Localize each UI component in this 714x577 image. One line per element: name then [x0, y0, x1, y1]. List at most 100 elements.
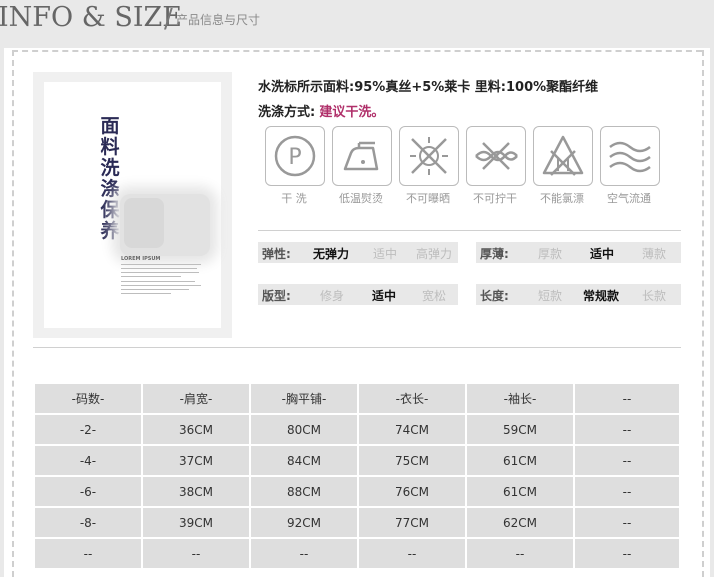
attr-fit: 版型: 修身 适中 宽松: [258, 284, 458, 305]
no-bleach-icon: [533, 126, 593, 186]
size-cell: 61CM: [465, 444, 575, 477]
washing-value: 建议干洗。: [319, 105, 385, 120]
size-cell: 39CM: [141, 506, 251, 539]
attr-elasticity: 弹性: 无弹力 适中 高弹力: [258, 242, 458, 263]
no-sun-dry-icon: [399, 126, 459, 186]
poster-text-lines: [121, 264, 201, 297]
size-cell: --: [573, 475, 681, 508]
washing-method: 洗涤方式: 建议干洗。: [258, 101, 384, 120]
attr-thickness-opt-3: 薄款: [642, 247, 667, 261]
attr-fit-opt-3: 宽松: [422, 289, 447, 303]
poster-title-char: 面: [100, 115, 120, 137]
attr-thickness-opt-2: 适中: [590, 247, 615, 261]
size-cell: -4-: [33, 444, 143, 477]
dashed-border-top: [12, 50, 702, 52]
size-table-row: -- -- -- -- -- --: [33, 537, 681, 570]
poster-vertical-title: 面 料 洗 涤 保 养: [99, 116, 121, 242]
attr-thickness-opt-1: 厚款: [538, 247, 563, 261]
attr-length-opt-2: 常规款: [583, 289, 620, 303]
size-table-header-row: -码数- -肩宽- -胸平铺- -衣长- -袖长- --: [33, 382, 681, 415]
attr-elasticity-opt-2: 适中: [373, 247, 398, 261]
size-cell: --: [573, 506, 681, 539]
poster-title-char: 料: [100, 136, 120, 158]
dry-clean-p-icon: P: [265, 126, 325, 186]
size-table-row: -2- 36CM 80CM 74CM 59CM --: [33, 413, 681, 446]
care-label-air-flow: 空气流通: [607, 192, 651, 205]
size-cell: 62CM: [465, 506, 575, 539]
fabric-swatch-shadow: [124, 198, 164, 248]
care-label-no-bleach: 不能氯漂: [540, 192, 584, 205]
poster-lorem-heading: LOREM IPSUM: [121, 256, 161, 262]
header-title-cn: 产品信息与尺寸: [176, 13, 261, 27]
dashed-border-left: [12, 50, 14, 577]
divider-size: [33, 347, 681, 348]
size-table-row: -8- 39CM 92CM 77CM 62CM --: [33, 506, 681, 539]
size-header-cell: -衣长-: [357, 382, 467, 415]
attr-length-label: 长度:: [480, 289, 509, 303]
size-cell: 75CM: [357, 444, 467, 477]
size-cell: --: [141, 537, 251, 570]
fabric-composition: 水洗标所示面料:95%真丝+5%莱卡 里料:100%聚酯纤维: [258, 80, 599, 95]
attr-thickness: 厚薄: 厚款 适中 薄款: [476, 242, 681, 263]
care-poster-image: 面 料 洗 涤 保 养 LOREM IPSUM: [33, 72, 232, 338]
size-cell: -2-: [33, 413, 143, 446]
care-label-no-wring: 不可拧干: [473, 192, 517, 205]
svg-text:P: P: [288, 145, 301, 170]
size-cell: 36CM: [141, 413, 251, 446]
size-cell: 38CM: [141, 475, 251, 508]
attr-fit-label: 版型:: [262, 289, 291, 303]
size-table-row: -4- 37CM 84CM 75CM 61CM --: [33, 444, 681, 477]
care-label-no-sun: 不可曝晒: [406, 192, 450, 205]
attr-length: 长度: 短款 常规款 长款: [476, 284, 681, 305]
care-label-iron: 低温熨烫: [339, 192, 383, 205]
size-cell: --: [573, 537, 681, 570]
divider-care: [258, 230, 681, 231]
poster-paper: 面 料 洗 涤 保 养 LOREM IPSUM: [44, 82, 221, 328]
size-cell: --: [573, 413, 681, 446]
size-header-cell: -肩宽-: [141, 382, 251, 415]
size-header-cell: -码数-: [33, 382, 143, 415]
attr-thickness-label: 厚薄:: [480, 247, 509, 261]
section-header: INFO & SIZE / 产品信息与尺寸: [0, 0, 714, 38]
attr-elasticity-label: 弹性:: [262, 247, 291, 261]
size-cell: --: [465, 537, 575, 570]
size-table-row: -6- 38CM 88CM 76CM 61CM --: [33, 475, 681, 508]
dashed-border-right: [702, 50, 704, 577]
header-title-en: INFO & SIZE: [0, 2, 182, 33]
attr-length-opt-1: 短款: [538, 289, 563, 303]
size-cell: --: [33, 537, 143, 570]
low-temp-iron-icon: [332, 126, 392, 186]
size-table: -码数- -肩宽- -胸平铺- -衣长- -袖长- -- -2- 36CM 80…: [33, 382, 681, 570]
attr-fit-opt-1: 修身: [320, 289, 345, 303]
attr-length-opt-3: 长款: [642, 289, 667, 303]
poster-title-char: 洗: [100, 157, 120, 179]
size-cell: --: [573, 444, 681, 477]
size-cell: 88CM: [249, 475, 359, 508]
size-header-cell: -袖长-: [465, 382, 575, 415]
size-cell: 77CM: [357, 506, 467, 539]
poster-title-char: 保: [100, 199, 120, 221]
air-flow-icon: [600, 126, 660, 186]
washing-label: 洗涤方式:: [258, 105, 316, 120]
size-cell: 84CM: [249, 444, 359, 477]
size-cell: --: [357, 537, 467, 570]
size-cell: 92CM: [249, 506, 359, 539]
header-slash: /: [164, 4, 173, 34]
attr-elasticity-opt-3: 高弹力: [416, 247, 453, 261]
size-cell: -8-: [33, 506, 143, 539]
size-header-cell: --: [573, 382, 681, 415]
size-header-cell: -胸平铺-: [249, 382, 359, 415]
poster-title-char: 养: [100, 220, 120, 242]
attr-elasticity-opt-1: 无弹力: [313, 247, 350, 261]
size-cell: 61CM: [465, 475, 575, 508]
poster-title-char: 涤: [100, 178, 120, 200]
attr-fit-opt-2: 适中: [372, 289, 397, 303]
no-wring-icon: [466, 126, 526, 186]
size-cell: -6-: [33, 475, 143, 508]
size-cell: 76CM: [357, 475, 467, 508]
size-cell: 37CM: [141, 444, 251, 477]
size-cell: 59CM: [465, 413, 575, 446]
care-label-dry-clean: 干 洗: [281, 192, 307, 205]
size-cell: 74CM: [357, 413, 467, 446]
size-cell: --: [249, 537, 359, 570]
